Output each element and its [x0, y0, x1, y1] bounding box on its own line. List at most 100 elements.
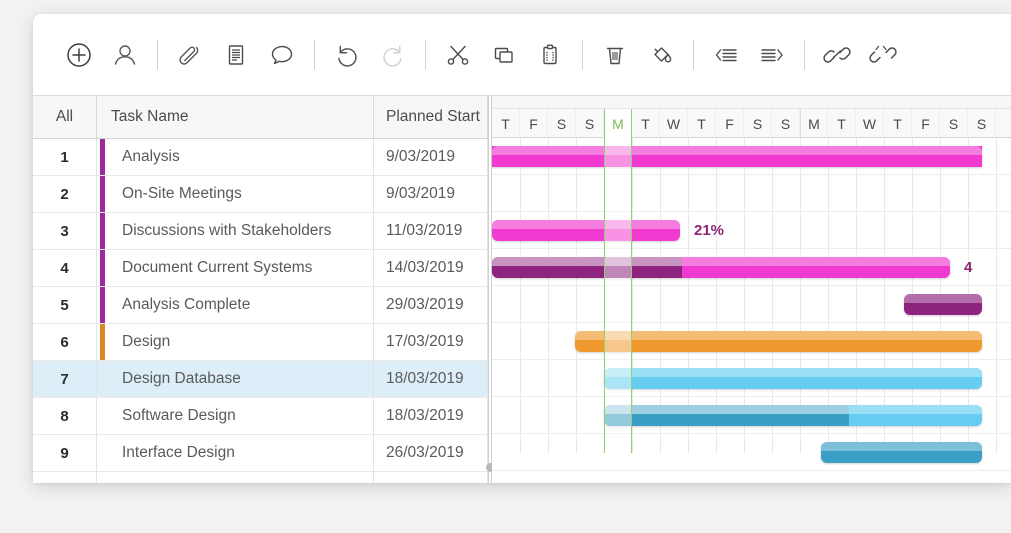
day-header-cell[interactable]: F	[912, 109, 940, 138]
redo-icon[interactable]	[370, 32, 416, 78]
comment-icon[interactable]	[259, 32, 305, 78]
indent-icon[interactable]	[749, 32, 795, 78]
gantt-progress-fill	[492, 257, 682, 278]
table-row[interactable]: 1 Analysis 9/03/2019	[33, 139, 488, 176]
day-header-cell[interactable]: T	[884, 109, 912, 138]
day-header-cell[interactable]: T	[632, 109, 660, 138]
planned-start-cell[interactable]: 26/03/2019	[374, 435, 488, 471]
assign-resource-icon[interactable]	[102, 32, 148, 78]
table-row[interactable]: 9 Interface Design 26/03/2019	[33, 435, 488, 472]
toolbar-separator	[314, 39, 315, 70]
day-header-cell[interactable]: F	[716, 109, 744, 138]
day-header-cell[interactable]: T	[828, 109, 856, 138]
cut-icon[interactable]	[435, 32, 481, 78]
planned-start-cell[interactable]: 29/03/2019	[374, 287, 488, 323]
gantt-task-bar[interactable]	[821, 442, 982, 463]
outdent-icon[interactable]	[703, 32, 749, 78]
table-row[interactable]: 4 Document Current Systems 14/03/2019	[33, 250, 488, 287]
delete-icon[interactable]	[592, 32, 638, 78]
gantt-task-bar[interactable]	[904, 294, 982, 315]
day-header-cell[interactable]: S	[744, 109, 772, 138]
empty-cell	[374, 472, 488, 483]
row-id-cell: 6	[33, 324, 97, 360]
empty-cell	[33, 472, 97, 483]
bar-gloss	[604, 405, 849, 414]
gantt-chart: TFSSMTWTFSSMTWTFSS 21% 4	[492, 96, 1011, 483]
planned-start-cell[interactable]: 11/03/2019	[374, 213, 488, 249]
fill-color-icon[interactable]	[638, 32, 684, 78]
toolbar-separator	[804, 39, 805, 70]
gantt-task-bar[interactable]	[604, 368, 982, 389]
planned-start-cell[interactable]: 17/03/2019	[374, 324, 488, 360]
planned-start-cell[interactable]: 9/03/2019	[374, 139, 488, 175]
row-id-cell: 1	[33, 139, 97, 175]
row-color-flag	[100, 176, 105, 212]
task-name-cell[interactable]: Document Current Systems	[97, 250, 374, 286]
row-id-cell: 9	[33, 435, 97, 471]
undo-icon[interactable]	[324, 32, 370, 78]
copy-icon[interactable]	[481, 32, 527, 78]
column-header-name[interactable]: Task Name	[97, 96, 374, 138]
link-icon[interactable]	[814, 32, 860, 78]
day-header-cell[interactable]: S	[940, 109, 968, 138]
planned-start-cell[interactable]: 9/03/2019	[374, 176, 488, 212]
empty-cell	[97, 472, 374, 483]
unlink-icon[interactable]	[860, 32, 906, 78]
task-name-cell[interactable]: Analysis	[97, 139, 374, 175]
gantt-task-bar[interactable]	[604, 405, 982, 426]
gantt-bars-area: 21% 4	[492, 138, 1011, 471]
day-header-cell[interactable]: M	[800, 109, 828, 138]
add-task-icon[interactable]	[56, 32, 102, 78]
notes-icon[interactable]	[213, 32, 259, 78]
toolbar-separator	[693, 39, 694, 70]
day-header-cell[interactable]: S	[968, 109, 996, 138]
gantt-task-bar[interactable]	[492, 146, 982, 167]
gantt-app-window: All Task Name Planned Start 1 Analysis 9/0…	[33, 14, 1011, 483]
day-header-cell[interactable]: M	[604, 109, 632, 138]
table-row[interactable]: 7 Design Database 18/03/2019	[33, 361, 488, 398]
attachment-icon[interactable]	[167, 32, 213, 78]
column-header-start[interactable]: Planned Start	[374, 96, 488, 138]
row-id-cell: 7	[33, 361, 97, 397]
gantt-task-bar[interactable]	[492, 220, 680, 241]
toolbar	[33, 14, 1011, 96]
day-header-cell[interactable]: T	[492, 109, 520, 138]
row-color-flag	[100, 213, 105, 249]
task-name-cell[interactable]: Software Design	[97, 398, 374, 434]
day-header-cell[interactable]: S	[576, 109, 604, 138]
task-name-cell[interactable]: Analysis Complete	[97, 287, 374, 323]
gantt-task-bar[interactable]	[575, 331, 982, 352]
day-header-cell[interactable]: S	[772, 109, 800, 138]
task-name-cell[interactable]: Design Database	[97, 361, 374, 397]
toolbar-separator	[157, 39, 158, 70]
task-name-cell[interactable]: On-Site Meetings	[97, 176, 374, 212]
day-header-cell[interactable]: W	[856, 109, 884, 138]
day-header-cell[interactable]: W	[660, 109, 688, 138]
table-row-partial[interactable]	[33, 472, 488, 483]
day-header-cell[interactable]: F	[520, 109, 548, 138]
table-row[interactable]: 6 Design 17/03/2019	[33, 324, 488, 361]
day-header-cell[interactable]: S	[548, 109, 576, 138]
bar-gloss	[821, 442, 982, 451]
day-header-cell[interactable]: T	[688, 109, 716, 138]
toolbar-separator	[582, 39, 583, 70]
column-header-all[interactable]: All	[33, 96, 97, 138]
paste-icon[interactable]	[527, 32, 573, 78]
task-name-cell[interactable]: Interface Design	[97, 435, 374, 471]
task-name-cell[interactable]: Discussions with Stakeholders	[97, 213, 374, 249]
planned-start-cell[interactable]: 18/03/2019	[374, 398, 488, 434]
bar-gloss	[492, 257, 682, 266]
task-name-label: Interface Design	[122, 444, 235, 461]
gantt-task-bar[interactable]	[492, 257, 950, 278]
table-row[interactable]: 8 Software Design 18/03/2019	[33, 398, 488, 435]
gantt-progress-label: 4	[964, 259, 973, 276]
table-row[interactable]: 2 On-Site Meetings 9/03/2019	[33, 176, 488, 213]
task-name-label: Analysis	[122, 148, 180, 165]
task-name-cell[interactable]: Design	[97, 324, 374, 360]
planned-start-cell[interactable]: 18/03/2019	[374, 361, 488, 397]
table-row[interactable]: 5 Analysis Complete 29/03/2019	[33, 287, 488, 324]
gantt-day-header: TFSSMTWTFSSMTWTFSS	[492, 109, 1011, 138]
table-row[interactable]: 3 Discussions with Stakeholders 11/03/2019	[33, 213, 488, 250]
task-name-label: Software Design	[122, 407, 236, 424]
planned-start-cell[interactable]: 14/03/2019	[374, 250, 488, 286]
